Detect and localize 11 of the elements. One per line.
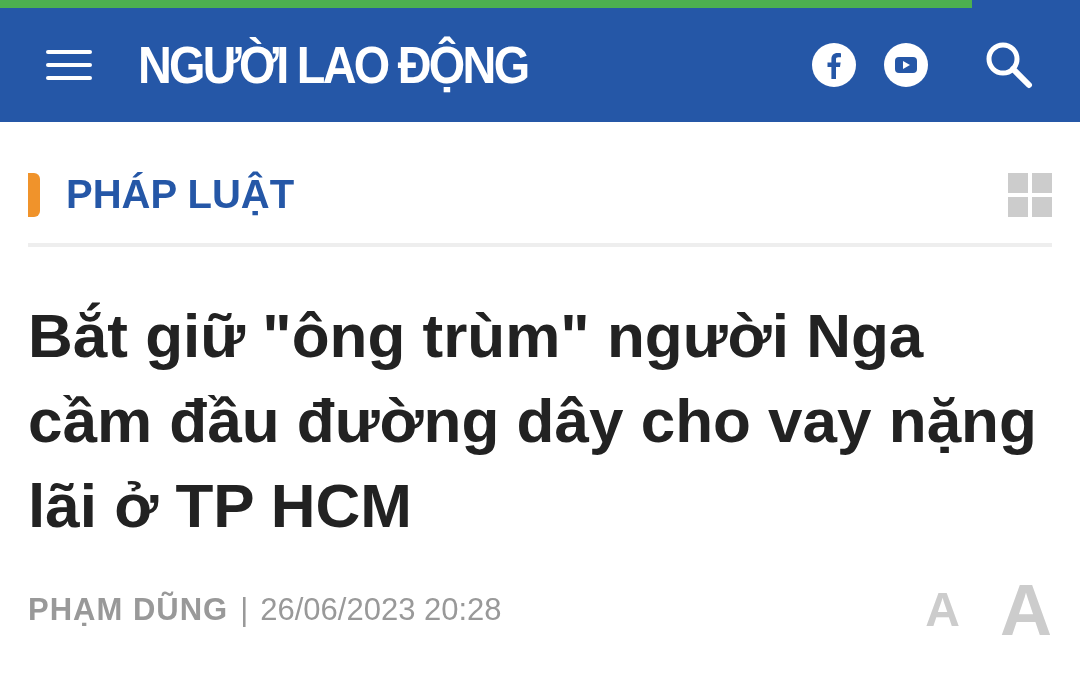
facebook-icon[interactable] (812, 43, 856, 87)
youtube-icon[interactable] (884, 43, 928, 87)
author-name: PHẠM DŨNG (28, 592, 229, 628)
article-title: Bắt giữ "ông trùm" người Nga cầm đầu đường dây cho vay nặng lãi ở TP HCM (28, 300, 1038, 542)
menu-icon[interactable] (46, 50, 92, 80)
search-icon[interactable] (984, 40, 1034, 90)
byline-separator: | (240, 592, 249, 628)
publish-date: 26/06/2023 20:28 (260, 592, 502, 628)
site-logo[interactable]: NGƯỜI LAO ĐỘNG (138, 35, 528, 95)
category-link[interactable]: PHÁP LUẬT (66, 172, 295, 217)
category-marker (28, 172, 40, 217)
